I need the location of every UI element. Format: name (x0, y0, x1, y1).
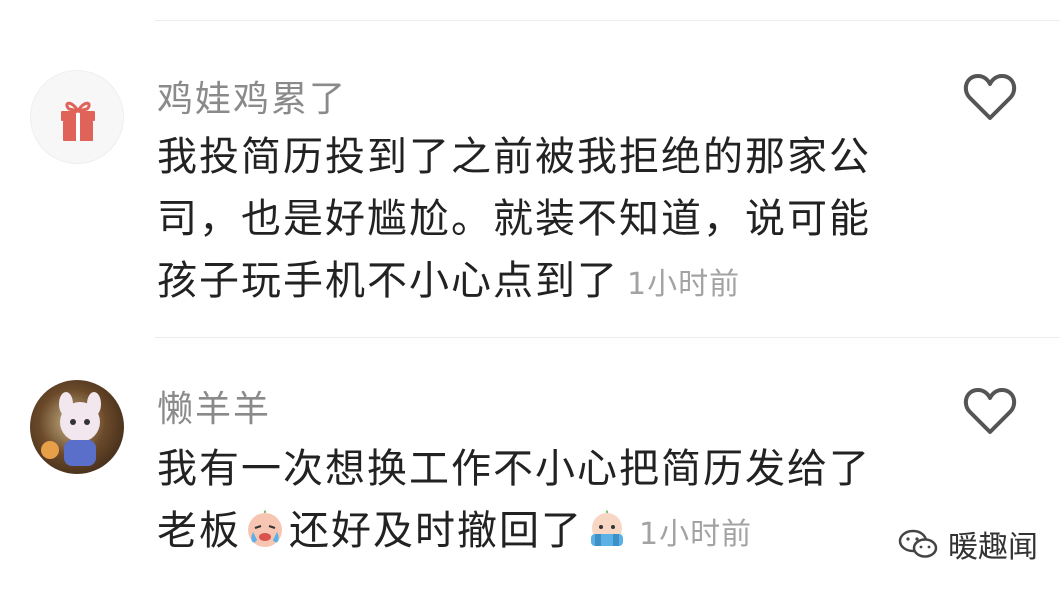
comment-text: 我投简历投到了之前被我拒绝的那家公司，也是好尴尬。就装不知道，说可能孩子玩手机不… (157, 126, 877, 316)
top-divider (155, 20, 1060, 21)
gift-icon (61, 101, 95, 141)
wechat-icon (898, 529, 938, 558)
comment-divider (155, 337, 1060, 338)
scared-emoji (585, 506, 629, 550)
avatar[interactable] (30, 380, 124, 474)
plush-toy-avatar (41, 392, 101, 466)
like-button[interactable] (962, 72, 1018, 122)
username[interactable]: 鸡娃鸡累了 (157, 70, 347, 122)
avatar[interactable] (30, 70, 124, 164)
heart-outline-icon (963, 388, 1017, 434)
watermark-text: 暖趣闻 (948, 530, 1038, 565)
comment-text: 我有一次想换工作不小心把简历发给了老板 还好及时撤回了 1小时前 (157, 438, 877, 566)
timestamp: 1小时前 (627, 267, 741, 302)
username[interactable]: 懒羊羊 (157, 380, 271, 432)
comment-body: 我投简历投到了之前被我拒绝的那家公司，也是好尴尬。就装不知道，说可能孩子玩手机不… (157, 134, 871, 304)
watermark: 暖趣闻 (898, 522, 1038, 566)
crying-emoji (243, 506, 287, 550)
comment-body-part2: 还好及时撤回了 (289, 508, 583, 554)
like-button[interactable] (962, 386, 1018, 436)
timestamp: 1小时前 (639, 517, 753, 552)
heart-outline-icon (963, 74, 1017, 120)
